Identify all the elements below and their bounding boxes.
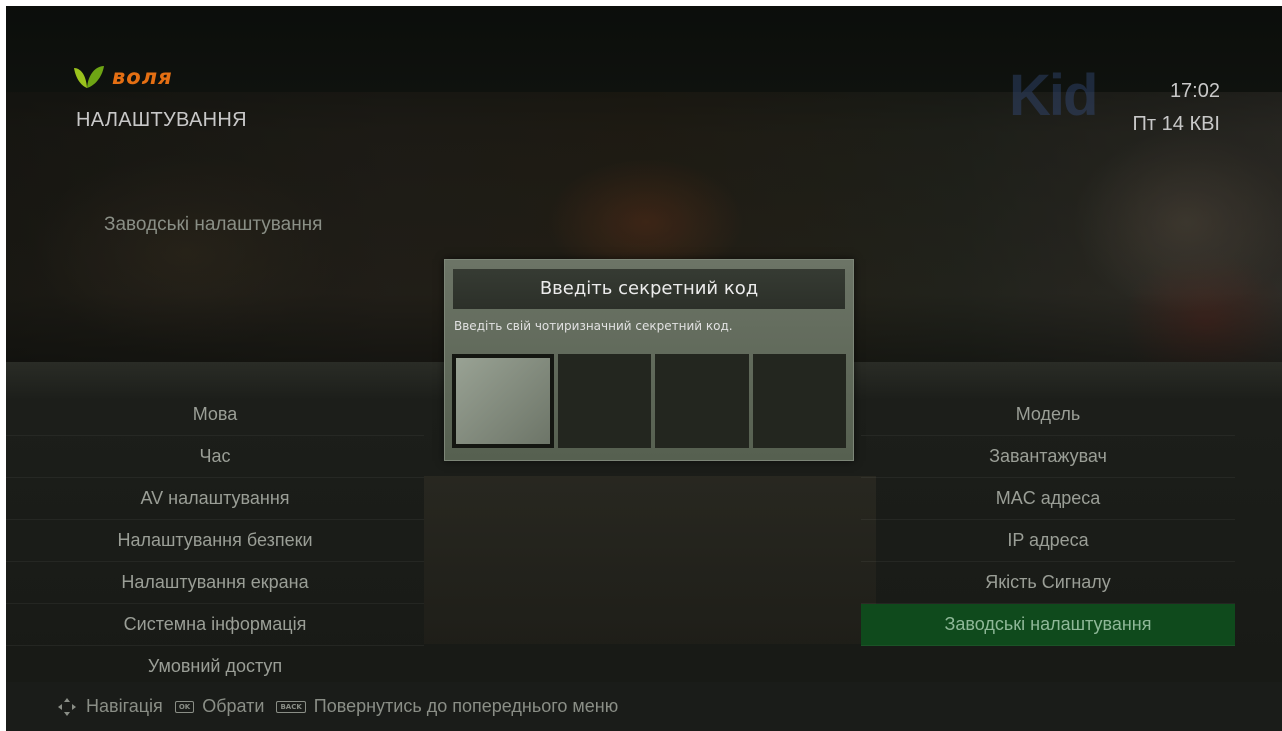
- tv-screen: воля НАЛАШТУВАННЯ Kid 17:02 Пт 14 КВІ За…: [6, 6, 1282, 731]
- channel-logo-watermark: Kid: [1009, 63, 1098, 128]
- hint-select: Обрати: [202, 696, 265, 716]
- hint-back: Повернутись до попереднього меню: [313, 696, 619, 716]
- dialog-description: Введіть свій чотиризначний секретний код…: [454, 319, 733, 333]
- center-panel: [424, 476, 876, 644]
- dpad-icon: [58, 697, 76, 716]
- pin-digit-2[interactable]: [557, 354, 651, 448]
- menu-item-bootloader[interactable]: Завантажувач: [861, 436, 1235, 478]
- date: Пт 14 КВІ: [1132, 113, 1220, 135]
- dialog-title: Введіть секретний код: [453, 269, 845, 309]
- leaf-icon: [74, 66, 104, 88]
- menu-item-system-info[interactable]: Системна інформація: [6, 604, 424, 646]
- menu-item-model[interactable]: Модель: [861, 394, 1235, 436]
- pin-digit-4[interactable]: [752, 354, 846, 448]
- page-title: НАЛАШТУВАННЯ: [76, 109, 247, 131]
- settings-menu: Мова Час AV налаштування Налаштування бе…: [6, 394, 424, 688]
- clock: 17:02: [1169, 80, 1220, 102]
- brand-logo: воля: [72, 64, 173, 90]
- menu-item-ip-address[interactable]: IP адреса: [861, 520, 1235, 562]
- menu-item-signal-quality[interactable]: Якість Сигналу: [861, 562, 1235, 604]
- menu-item-time[interactable]: Час: [6, 436, 424, 478]
- hint-bar: Навігація OK Обрати BACK Повернутись до …: [6, 682, 1282, 731]
- menu-item-mac-address[interactable]: MAC адреса: [861, 478, 1235, 520]
- brand-name: воля: [112, 65, 173, 89]
- ok-key-icon: OK: [174, 700, 195, 713]
- menu-item-factory-reset[interactable]: Заводські налаштування: [861, 604, 1235, 646]
- menu-item-screen-settings[interactable]: Налаштування екрана: [6, 562, 424, 604]
- system-info-menu: Модель Завантажувач MAC адреса IP адреса…: [861, 394, 1235, 646]
- pin-digit-1[interactable]: [452, 354, 554, 448]
- pin-code-input[interactable]: [452, 354, 846, 448]
- menu-item-security-settings[interactable]: Налаштування безпеки: [6, 520, 424, 562]
- menu-item-av-settings[interactable]: AV налаштування: [6, 478, 424, 520]
- menu-item-language[interactable]: Мова: [6, 394, 424, 436]
- back-key-icon: BACK: [276, 700, 306, 713]
- pin-digit-3[interactable]: [655, 354, 749, 448]
- hint-navigation: Навігація: [86, 696, 163, 716]
- section-caption: Заводські налаштування: [104, 214, 323, 235]
- pin-dialog: Введіть секретний код Введіть свій чотир…: [444, 259, 854, 461]
